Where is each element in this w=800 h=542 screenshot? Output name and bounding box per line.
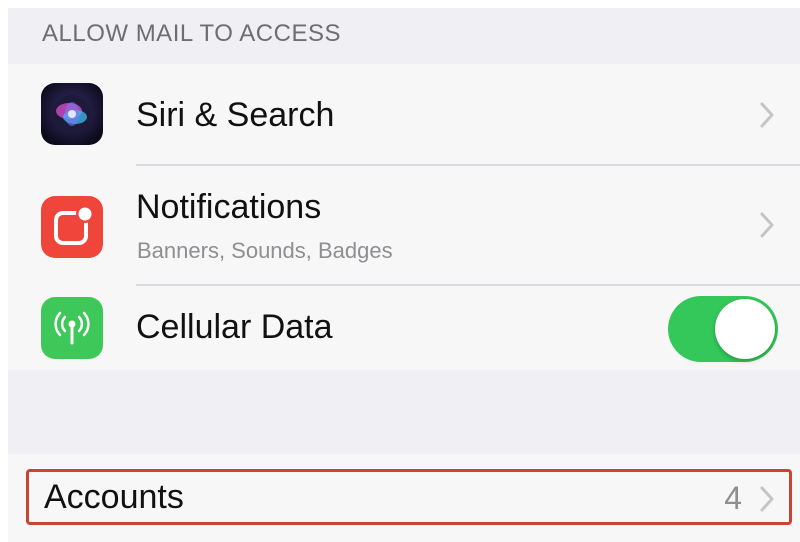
notifications-subtitle: Banners, Sounds, Badges — [137, 238, 393, 263]
notifications-label: Notifications — [136, 188, 322, 226]
cellular-antenna-icon — [41, 297, 103, 359]
notifications-row[interactable]: Notifications Banners, Sounds, Badges — [8, 166, 800, 282]
toggle-knob — [715, 299, 775, 359]
chevron-right-icon — [760, 212, 774, 238]
siri-icon — [41, 83, 103, 145]
section-header: ALLOW MAIL TO ACCESS — [8, 8, 800, 64]
cellular-data-toggle[interactable] — [668, 296, 778, 362]
accounts-highlight-outline — [26, 469, 792, 525]
access-settings-group: Siri & Search Notifications Banners, Sou… — [8, 64, 800, 370]
accounts-row[interactable]: Accounts 4 — [8, 454, 800, 542]
siri-search-label: Siri & Search — [136, 96, 335, 134]
siri-search-row[interactable]: Siri & Search — [8, 64, 800, 164]
mail-settings-screen: ALLOW MAIL TO ACCESS Siri & Search Notif… — [8, 8, 800, 542]
cellular-data-row: Cellular Data — [8, 286, 800, 370]
chevron-right-icon — [760, 102, 774, 128]
notifications-icon — [41, 196, 103, 258]
cellular-data-label: Cellular Data — [136, 308, 333, 346]
section-header-label: ALLOW MAIL TO ACCESS — [42, 20, 341, 47]
